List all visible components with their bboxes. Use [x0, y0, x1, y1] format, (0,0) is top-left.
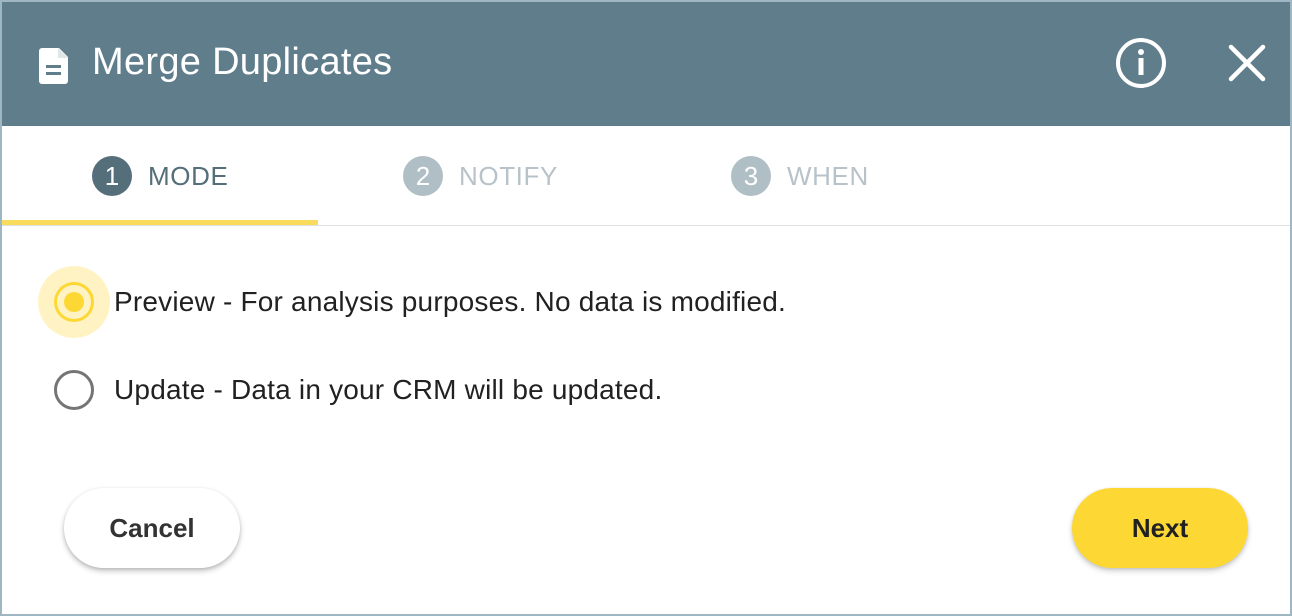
radio-button-preview[interactable]: [38, 266, 110, 338]
radio-option-update[interactable]: Update - Data in your CRM will be update…: [38, 354, 662, 426]
document-icon: [39, 48, 68, 84]
dialog-title: Merge Duplicates: [92, 41, 393, 83]
step-label: WHEN: [787, 160, 869, 191]
active-tab-indicator: [2, 220, 318, 225]
radio-selected-dot: [64, 292, 84, 312]
step-number: 3: [731, 156, 771, 196]
radio-button-update[interactable]: [38, 354, 110, 426]
close-icon[interactable]: [1220, 36, 1274, 90]
step-label: MODE: [148, 160, 229, 191]
tab-notify[interactable]: 2 NOTIFY: [403, 126, 558, 226]
stepper-tabs: 1 MODE 2 NOTIFY 3 WHEN: [2, 126, 1290, 226]
dialog-header: Merge Duplicates: [2, 2, 1290, 126]
cancel-button[interactable]: Cancel: [64, 488, 240, 568]
radio-label-update: Update - Data in your CRM will be update…: [114, 374, 663, 405]
tab-mode[interactable]: 1 MODE: [92, 126, 228, 226]
info-icon[interactable]: [1114, 36, 1168, 90]
radio-label-preview: Preview - For analysis purposes. No data…: [114, 286, 786, 317]
tab-when[interactable]: 3 WHEN: [731, 126, 869, 226]
step-number: 2: [403, 156, 443, 196]
radio-option-preview[interactable]: Preview - For analysis purposes. No data…: [38, 266, 786, 338]
radio-ring: [54, 370, 94, 410]
merge-duplicates-dialog: Merge Duplicates 1 MODE 2 NOTIFY 3 WHEN: [0, 0, 1292, 616]
step-label: NOTIFY: [459, 160, 558, 191]
step-number: 1: [92, 156, 132, 196]
next-button[interactable]: Next: [1072, 488, 1248, 568]
